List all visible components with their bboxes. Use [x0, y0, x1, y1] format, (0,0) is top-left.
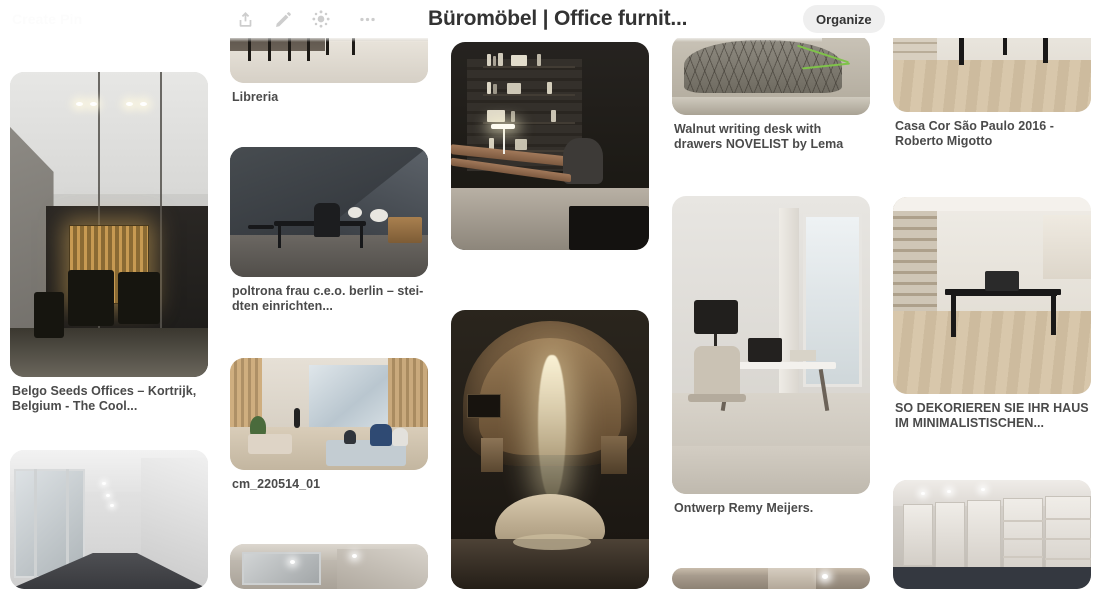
pin-card[interactable] — [451, 42, 649, 250]
pin-image[interactable] — [230, 147, 428, 277]
pin-card[interactable] — [672, 568, 870, 589]
pin-card[interactable]: SO DEKORIEREN SIE IHR HAUS IM MINIMALIST… — [893, 197, 1091, 431]
pin-card[interactable]: cm_220514_01 — [230, 358, 428, 492]
pin-card[interactable] — [230, 544, 428, 589]
pin-masonry-grid: Belgo Seeds Offices – Kortrijk, Belgium … — [0, 0, 1100, 589]
pin-image[interactable] — [230, 358, 428, 470]
pinterest-board-page: Belgo Seeds Offices – Kortrijk, Belgium … — [0, 0, 1100, 589]
pin-card[interactable] — [451, 310, 649, 589]
pin-caption: Walnut writing desk with drawers NOVELIS… — [674, 122, 844, 151]
share-icon[interactable] — [228, 2, 262, 36]
pin-image[interactable] — [10, 72, 208, 377]
pin-caption: SO DEKORIEREN SIE IHR HAUS IM MINIMALIST… — [895, 401, 1089, 430]
pin-caption: Casa Cor São Paulo 2016 - Roberto Migott… — [895, 119, 1054, 148]
pin-caption: cm_220514_01 — [232, 477, 321, 491]
pin-card[interactable] — [10, 450, 208, 589]
pin-image[interactable] — [451, 42, 649, 250]
pin-image[interactable] — [672, 196, 870, 494]
pin-image[interactable] — [893, 480, 1091, 589]
more-options-icon[interactable] — [350, 2, 384, 36]
pin-image[interactable] — [10, 450, 208, 589]
pin-card[interactable]: poltrona frau c.e.o. berlin – stei-dten … — [230, 147, 428, 314]
edit-pencil-icon[interactable] — [266, 2, 300, 36]
sparkle-icon[interactable] — [304, 2, 338, 36]
pin-card[interactable] — [893, 480, 1091, 589]
create-pin-label: Create Pin — [12, 11, 83, 27]
pin-image[interactable] — [230, 544, 428, 589]
pin-caption: Libreria — [232, 90, 279, 104]
pin-card[interactable]: Belgo Seeds Offices – Kortrijk, Belgium … — [10, 72, 208, 414]
pin-caption: poltrona frau c.e.o. berlin – stei-dten … — [232, 284, 424, 313]
create-pin-area[interactable]: Create Pin — [0, 0, 222, 38]
pin-image[interactable] — [672, 35, 870, 115]
pin-image[interactable] — [672, 568, 870, 589]
pin-caption: Belgo Seeds Offices – Kortrijk, Belgium … — [12, 384, 197, 413]
pin-caption: Ontwerp Remy Meijers. — [674, 501, 814, 515]
pin-image[interactable] — [893, 197, 1091, 394]
organize-button[interactable]: Organize — [803, 5, 885, 33]
board-toolbar — [222, 0, 384, 38]
pin-card[interactable]: Walnut writing desk with drawers NOVELIS… — [672, 35, 870, 152]
pin-image[interactable] — [451, 310, 649, 589]
board-header: Create Pin Büromöbel | Office furnit... … — [0, 0, 1100, 38]
pin-card[interactable]: Ontwerp Remy Meijers. — [672, 196, 870, 516]
page-title: Büromöbel | Office furnit... — [428, 7, 688, 30]
